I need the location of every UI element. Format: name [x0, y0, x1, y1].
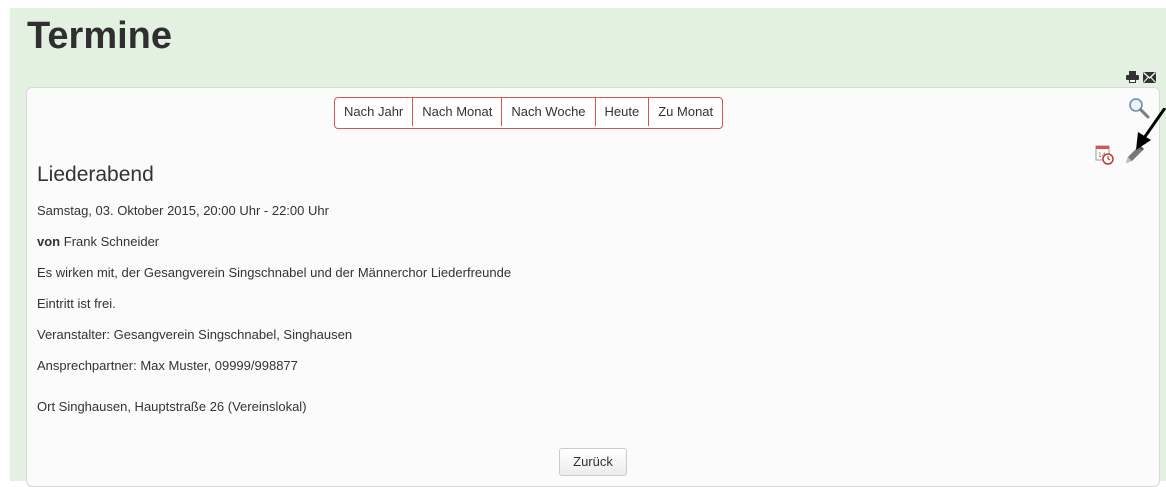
author-name: Frank Schneider: [63, 234, 160, 249]
email-icon[interactable]: [1143, 70, 1156, 88]
top-toolbar: [1126, 70, 1160, 83]
event-title: Liederabend: [37, 163, 154, 186]
nav-by-week-button[interactable]: Nach Woche: [502, 98, 596, 126]
event-contact: Ansprechpartner: Max Muster, 09999/99887…: [37, 358, 298, 373]
event-organizer: Veranstalter: Gesangverein Singschnabel,…: [37, 327, 353, 342]
nav-by-month-button[interactable]: Nach Monat: [413, 98, 503, 126]
calendar-icon[interactable]: 14: [1095, 144, 1115, 171]
author-label: von: [37, 234, 61, 249]
nav-today-button[interactable]: Heute: [596, 98, 650, 126]
event-panel: [26, 87, 1160, 487]
pointer-arrow-icon: [1134, 107, 1166, 157]
event-entry: Eintritt ist frei.: [37, 296, 116, 311]
event-location: Ort Singhausen, Hauptstraße 26 (Vereinsl…: [37, 399, 307, 414]
print-icon[interactable]: [1126, 70, 1139, 88]
event-participants: Es wirken mit, der Gesangverein Singschn…: [37, 265, 512, 280]
back-button[interactable]: Zurück: [559, 448, 627, 476]
event-date: Samstag, 03. Oktober 2015, 20:00 Uhr - 2…: [37, 203, 329, 218]
calendar-nav: Nach Jahr Nach Monat Nach Woche Heute Zu…: [334, 97, 724, 129]
nav-to-month-button[interactable]: Zu Monat: [649, 98, 722, 126]
nav-by-year-button[interactable]: Nach Jahr: [335, 98, 414, 126]
event-author: von Frank Schneider: [37, 234, 159, 250]
page-title: Termine: [27, 15, 173, 57]
